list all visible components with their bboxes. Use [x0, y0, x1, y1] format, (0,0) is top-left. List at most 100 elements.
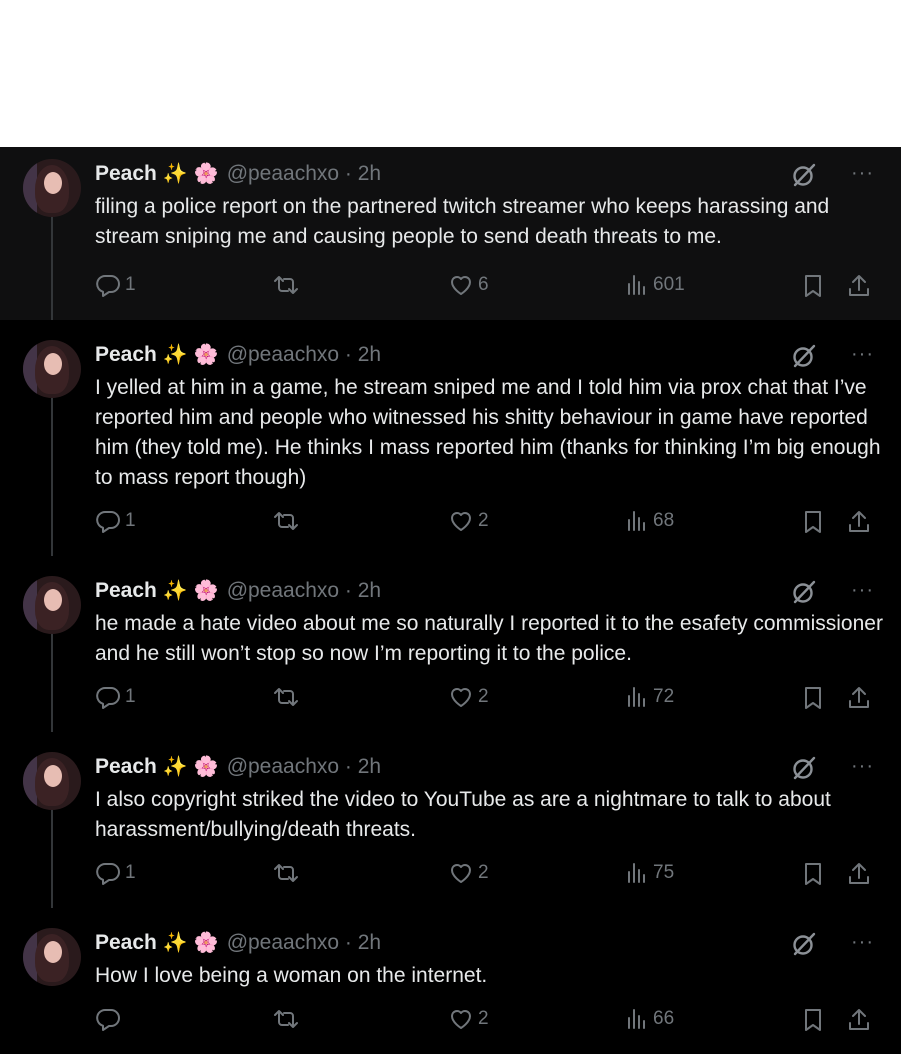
repost-button[interactable]	[272, 1007, 304, 1031]
reply-count: 1	[125, 862, 136, 883]
sparkles-emoji: ✨	[162, 344, 188, 366]
repost-button[interactable]	[272, 509, 304, 533]
bookmark-button[interactable]	[802, 861, 824, 887]
like-icon	[451, 512, 471, 531]
reply-icon	[96, 863, 120, 885]
author-handle-time[interactable]: @peaachxo · 2h	[227, 931, 381, 955]
tweet-text: I also copyright striked the video to Yo…	[95, 788, 837, 841]
blossom-emoji: 🌸	[193, 756, 219, 778]
avatar[interactable]	[23, 576, 81, 634]
share-icon	[849, 1009, 869, 1030]
like-button[interactable]: 6	[448, 273, 489, 297]
tweet-actions: 1 2 68	[0, 509, 901, 539]
avatar[interactable]	[23, 752, 81, 810]
grok-icon[interactable]	[791, 755, 817, 781]
bookmark-icon	[805, 687, 821, 709]
bookmark-icon	[805, 511, 821, 533]
grok-icon[interactable]	[791, 931, 817, 957]
reply-button[interactable]: 1	[95, 509, 136, 533]
like-button[interactable]: 2	[448, 685, 489, 709]
like-count: 2	[478, 510, 489, 531]
more-icon[interactable]: ···	[851, 163, 874, 183]
more-icon[interactable]: ···	[851, 580, 874, 600]
author-name[interactable]: Peach	[95, 162, 157, 186]
author-name[interactable]: Peach	[95, 755, 157, 779]
author-handle-time[interactable]: @peaachxo · 2h	[227, 162, 381, 186]
like-button[interactable]: 2	[448, 861, 489, 885]
share-button[interactable]	[847, 1007, 871, 1033]
more-icon[interactable]: ···	[851, 756, 874, 776]
sparkles-emoji: ✨	[162, 163, 188, 185]
tweet-feed: Peach ✨ 🌸 @peaachxo · 2h ··· filing a po…	[0, 147, 901, 1054]
author-handle-time[interactable]: @peaachxo · 2h	[227, 755, 381, 779]
bookmark-icon	[805, 275, 821, 297]
views-button[interactable]: 66	[625, 1007, 674, 1031]
tweet-text: he made a hate video about me so natural…	[95, 612, 889, 665]
tweet-actions: 1 2 72	[0, 685, 901, 715]
tweet[interactable]: Peach ✨ 🌸 @peaachxo · 2h ··· he made a h…	[0, 556, 901, 732]
tweet[interactable]: Peach ✨ 🌸 @peaachxo · 2h ··· filing a po…	[0, 147, 901, 320]
reply-button[interactable]	[95, 1007, 125, 1031]
views-icon	[628, 863, 645, 883]
views-icon	[628, 511, 645, 531]
share-button[interactable]	[847, 509, 871, 535]
thread-line	[51, 810, 53, 908]
avatar[interactable]	[23, 928, 81, 986]
share-button[interactable]	[847, 685, 871, 711]
tweet[interactable]: Peach ✨ 🌸 @peaachxo · 2h ··· I also copy…	[0, 732, 901, 908]
view-count: 601	[653, 274, 685, 295]
sparkles-emoji: ✨	[162, 580, 188, 602]
grok-icon[interactable]	[791, 579, 817, 605]
reply-icon	[96, 1009, 120, 1031]
tweet-text: How I love being a woman on the internet…	[95, 964, 488, 987]
share-button[interactable]	[847, 273, 871, 299]
blossom-emoji: 🌸	[193, 580, 219, 602]
view-count: 75	[653, 862, 675, 883]
like-button[interactable]: 2	[448, 509, 489, 533]
more-icon[interactable]: ···	[851, 932, 874, 952]
reply-count: 1	[125, 510, 136, 531]
avatar[interactable]	[23, 159, 81, 217]
repost-button[interactable]	[272, 273, 304, 297]
author-name[interactable]: Peach	[95, 931, 157, 955]
tweet-header: Peach ✨ 🌸 @peaachxo · 2h	[95, 342, 381, 368]
reply-button[interactable]: 1	[95, 861, 136, 885]
grok-icon[interactable]	[791, 343, 817, 369]
share-icon	[849, 511, 869, 532]
views-button[interactable]: 68	[625, 509, 674, 533]
author-handle-time[interactable]: @peaachxo · 2h	[227, 579, 381, 603]
reply-button[interactable]: 1	[95, 685, 136, 709]
reply-count: 1	[125, 274, 136, 295]
like-button[interactable]: 2	[448, 1007, 489, 1031]
repost-icon	[274, 688, 298, 706]
tweet[interactable]: Peach ✨ 🌸 @peaachxo · 2h ··· How I love …	[0, 908, 901, 1054]
views-button[interactable]: 75	[625, 861, 674, 885]
tweet-actions: 2 66	[0, 1007, 901, 1037]
views-button[interactable]: 601	[625, 273, 685, 297]
author-handle-time[interactable]: @peaachxo · 2h	[227, 343, 381, 367]
repost-button[interactable]	[272, 685, 304, 709]
avatar[interactable]	[23, 340, 81, 398]
views-button[interactable]: 72	[625, 685, 674, 709]
author-name[interactable]: Peach	[95, 343, 157, 367]
more-icon[interactable]: ···	[851, 344, 874, 364]
share-button[interactable]	[847, 861, 871, 887]
tweet-header: Peach ✨ 🌸 @peaachxo · 2h	[95, 161, 381, 187]
sparkles-emoji: ✨	[162, 932, 188, 954]
reply-button[interactable]: 1	[95, 273, 136, 297]
bookmark-button[interactable]	[802, 685, 824, 711]
tweet[interactable]: Peach ✨ 🌸 @peaachxo · 2h ··· I yelled at…	[0, 320, 901, 556]
grok-icon[interactable]	[791, 162, 817, 188]
share-icon	[849, 275, 869, 296]
bookmark-button[interactable]	[802, 273, 824, 299]
bookmark-button[interactable]	[802, 1007, 824, 1033]
tweet-header: Peach ✨ 🌸 @peaachxo · 2h	[95, 754, 381, 780]
tweet-header: Peach ✨ 🌸 @peaachxo · 2h	[95, 930, 381, 956]
repost-icon	[274, 512, 298, 530]
reply-icon	[96, 511, 120, 533]
repost-button[interactable]	[272, 861, 304, 885]
like-icon	[451, 688, 471, 707]
author-name[interactable]: Peach	[95, 579, 157, 603]
views-icon	[628, 1009, 645, 1029]
bookmark-button[interactable]	[802, 509, 824, 535]
